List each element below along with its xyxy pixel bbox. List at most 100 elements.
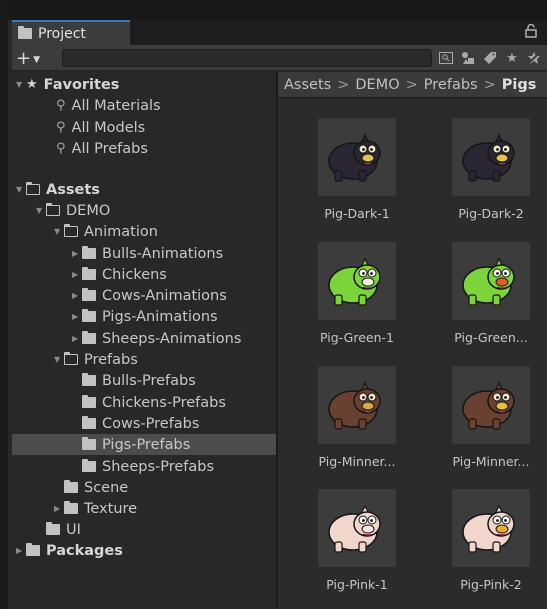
folder-open-icon [26,182,40,195]
tree-item-sheeps-prefabs[interactable]: Sheeps-Prefabs [12,456,276,477]
tree-item-label: Sheeps-Prefabs [102,458,215,475]
prefab-thumbnail [318,242,396,320]
prefab-thumbnail [318,366,396,444]
search-icon: ⚲ [56,120,66,135]
asset-label: Pig-Green-1 [320,330,394,345]
chevron-right-icon[interactable]: ▶ [72,312,82,321]
search-icon: ⚲ [56,141,66,156]
chevron-right-icon[interactable]: ▶ [72,249,82,258]
folder-icon [18,26,32,39]
tree-item-packages[interactable]: ▶ Packages [12,540,276,561]
tree-item-all-materials[interactable]: ⚲ All Materials [12,95,276,116]
asset-item[interactable]: Pig-Dark-2 [432,118,544,236]
pig-icon [328,504,381,553]
asset-item[interactable]: Pig-Dark-1 [298,118,410,236]
breadcrumb-current[interactable]: Pigs [502,77,537,93]
chevron-right-icon[interactable]: ▶ [72,291,82,300]
chevron-right-icon[interactable]: ▶ [72,334,82,343]
prefab-thumbnail [452,366,530,444]
tree-item-all-models[interactable]: ⚲ All Models [12,117,276,138]
chevron-right-icon[interactable]: ▶ [16,546,26,555]
asset-item[interactable]: Pig-Pink-2 [432,489,544,607]
tree-item-cows-prefabs[interactable]: Cows-Prefabs [12,413,276,434]
tree-item-label: Texture [84,500,138,517]
tree-item-prefabs[interactable]: ▼ Prefabs [12,349,276,370]
tree-item-chickens[interactable]: ▶ Chickens [12,264,276,285]
tree-item-scene[interactable]: Scene [12,477,276,498]
tab-project[interactable]: Project [12,20,130,45]
lock-icon[interactable] [525,23,537,38]
asset-label: Pig-Pink-1 [326,577,388,592]
tree-item-cows-animations[interactable]: ▶ Cows-Animations [12,285,276,306]
tree-item-label: All Materials [71,97,161,114]
asset-item[interactable]: Pig-Minner... [298,366,410,484]
folder-icon [82,288,96,301]
assets-label: Assets [46,181,100,198]
folder-icon [82,437,96,450]
tree-item-label: Bulls-Animations [102,245,224,262]
chevron-right-icon: > [337,76,350,93]
tree-item-animation[interactable]: ▼ Animation [12,221,276,242]
search-input[interactable] [62,49,432,67]
pig-icon [328,381,381,430]
tree-item-sheeps-animations[interactable]: ▶ Sheeps-Animations [12,328,276,349]
folder-icon [82,246,96,259]
toolbar: + ▼ ⚲ ★ [12,45,547,71]
pig-icon [328,133,381,182]
tree-item-demo[interactable]: ▼ DEMO [12,200,276,221]
add-label: + [16,47,32,69]
hidden-packages-icon[interactable] [525,48,543,68]
chevron-down-icon[interactable]: ▼ [54,355,64,364]
folder-icon [64,501,78,514]
asset-label: Pig-Pink-2 [460,577,522,592]
chevron-right-icon[interactable]: ▶ [54,504,64,513]
asset-item[interactable]: Pig-Minner... [432,366,544,484]
folder-icon [64,480,78,493]
asset-label: Pig-Minner... [318,454,396,469]
chevron-down-icon[interactable]: ▼ [16,185,26,194]
tree-item-pigs-prefabs[interactable]: Pigs-Prefabs [12,434,276,455]
chevron-down-icon[interactable]: ▼ [54,227,64,236]
asset-label: Pig-Dark-2 [458,206,524,221]
tree-item-bulls-prefabs[interactable]: Bulls-Prefabs [12,370,276,391]
asset-item[interactable]: Pig-Green... [432,242,544,360]
folder-icon [82,416,96,429]
search-filter-icon[interactable] [437,48,455,68]
breadcrumb-item[interactable]: Assets [284,77,331,93]
asset-item[interactable]: Pig-Pink-1 [298,489,410,607]
project-tree: ▼ ★ Favorites ⚲ All Materials ⚲ All Mode… [12,72,276,609]
add-button[interactable]: + ▼ [16,47,52,69]
breadcrumb-item[interactable]: DEMO [355,77,399,93]
tree-item-pigs-animations[interactable]: ▶ Pigs-Animations [12,306,276,327]
prefab-thumbnail [318,118,396,196]
tree-item-label: All Models [71,119,146,136]
favorites-label: Favorites [43,76,120,93]
chevron-down-icon[interactable]: ▼ [36,206,46,215]
tree-item-texture[interactable]: ▶ Texture [12,498,276,519]
folder-icon [82,459,96,472]
tab-bar [130,20,547,45]
tree-item-favorites[interactable]: ▼ ★ Favorites [12,74,276,95]
tree-item-label: Pigs-Animations [102,308,218,325]
tree-item-label: Chickens-Prefabs [102,394,226,411]
breadcrumb-item[interactable]: Prefabs [424,77,478,93]
folder-icon [82,395,96,408]
type-filter-icon[interactable] [459,48,477,68]
favorite-star-icon[interactable]: ★ [503,48,521,68]
asset-item[interactable]: Pig-Green-1 [298,242,410,360]
tree-item-all-prefabs[interactable]: ⚲ All Prefabs [12,138,276,159]
label-filter-icon[interactable] [481,48,499,68]
tree-item-ui[interactable]: UI [12,519,276,540]
prefab-thumbnail [452,242,530,320]
chevron-down-icon[interactable]: ▼ [16,80,26,89]
tree-item-label: Prefabs [84,351,138,368]
tree-item-bulls-animations[interactable]: ▶ Bulls-Animations [12,243,276,264]
pig-icon [462,381,515,430]
asset-label: Pig-Dark-1 [324,206,390,221]
tree-item-assets[interactable]: ▼ Assets [12,179,276,200]
folder-open-icon [64,352,78,365]
chevron-right-icon[interactable]: ▶ [72,270,82,279]
tree-item-label: Bulls-Prefabs [102,372,196,389]
folder-open-icon [46,203,60,216]
tree-item-chickens-prefabs[interactable]: Chickens-Prefabs [12,392,276,413]
